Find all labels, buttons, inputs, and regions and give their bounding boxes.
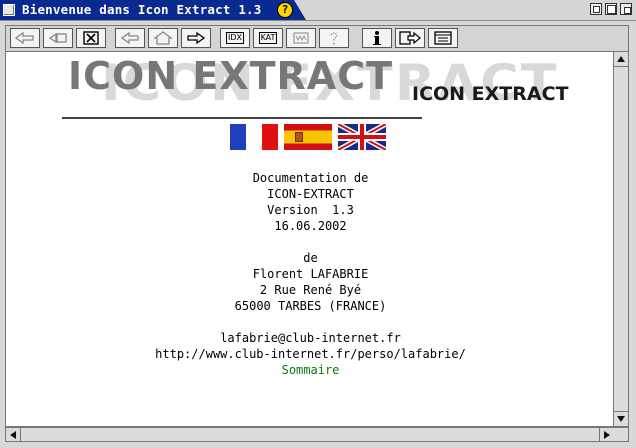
view-icon [434,31,452,45]
help-button[interactable] [319,28,349,48]
window-title: Bienvenue dans Icon Extract 1.3 [22,2,262,17]
scroll-right-icon[interactable] [599,428,614,441]
doc-line: 16.06.2002 [274,219,347,233]
doc-line: de [303,251,318,265]
glossary-button[interactable] [286,28,316,48]
back-list-button[interactable] [43,28,73,48]
email-text: lafabrie@club-internet.fr [220,331,401,345]
doc-line: Version 1.3 [267,203,354,217]
back-first-icon [14,31,34,45]
document-body: Documentation de ICON-EXTRACT Version 1.… [6,170,613,378]
index-button[interactable]: IDX [220,28,250,48]
home-button[interactable] [148,28,178,48]
scroll-up-icon[interactable] [614,52,628,67]
doc-line: ICON-EXTRACT [267,187,354,201]
document-view[interactable]: ICON EXTRACT ICON EXTRACT ICON EXTRACT D… [5,51,614,427]
toolbar: IDX KAT [5,25,629,51]
arrow-left-icon [120,31,139,45]
divider [62,117,422,119]
prev-button[interactable] [115,28,145,48]
close-box-icon[interactable] [3,4,15,16]
homepage-url: http://www.club-internet.fr/perso/lafabr… [155,347,466,361]
view-button[interactable] [428,28,458,48]
info-button[interactable] [362,28,392,48]
catalog-button[interactable]: KAT [253,28,283,48]
language-flags [230,124,386,150]
export-button[interactable] [395,28,425,48]
close-doc-button[interactable] [76,28,106,48]
logo-small-text: ICON EXTRACT [412,83,569,105]
scroll-left-icon[interactable] [6,428,21,441]
doc-line: 65000 TARBES (FRANCE) [234,299,387,313]
iconify-icon[interactable] [590,3,602,15]
home-icon [153,31,173,45]
title-bar[interactable]: Bienvenue dans Icon Extract 1.3 ? [0,0,636,21]
depth-icon[interactable] [620,3,632,15]
doc-line: 2 Rue René Byé [259,283,362,297]
doc-line: Documentation de [252,171,369,185]
export-icon [399,31,421,45]
flag-france-icon[interactable] [230,124,278,150]
zoom-icon[interactable] [605,3,617,15]
back-first-button[interactable] [10,28,40,48]
sommaire-link[interactable]: Sommaire [6,362,613,378]
logo-main-text: ICON EXTRACT [68,54,394,98]
doc-line: Florent LAFABRIE [252,267,369,281]
title-tab[interactable]: Bienvenue dans Icon Extract 1.3 ? [0,0,306,20]
catalog-label: KAT [258,32,278,44]
vertical-scrollbar[interactable] [614,51,629,427]
horizontal-scrollbar[interactable] [5,427,629,442]
flag-uk-icon[interactable] [338,124,386,150]
index-label: IDX [226,32,244,44]
close-icon [83,31,99,45]
glossary-icon [293,32,309,44]
app-window: Bienvenue dans Icon Extract 1.3 ? IDX KA… [0,0,636,448]
scroll-down-icon[interactable] [614,411,628,426]
back-list-icon [48,32,67,44]
info-icon [373,31,381,45]
arrow-right-icon [187,31,206,45]
flag-spain-icon[interactable] [284,124,332,150]
help-icon[interactable]: ? [277,2,293,18]
next-button[interactable] [181,28,211,48]
question-icon [330,32,338,45]
